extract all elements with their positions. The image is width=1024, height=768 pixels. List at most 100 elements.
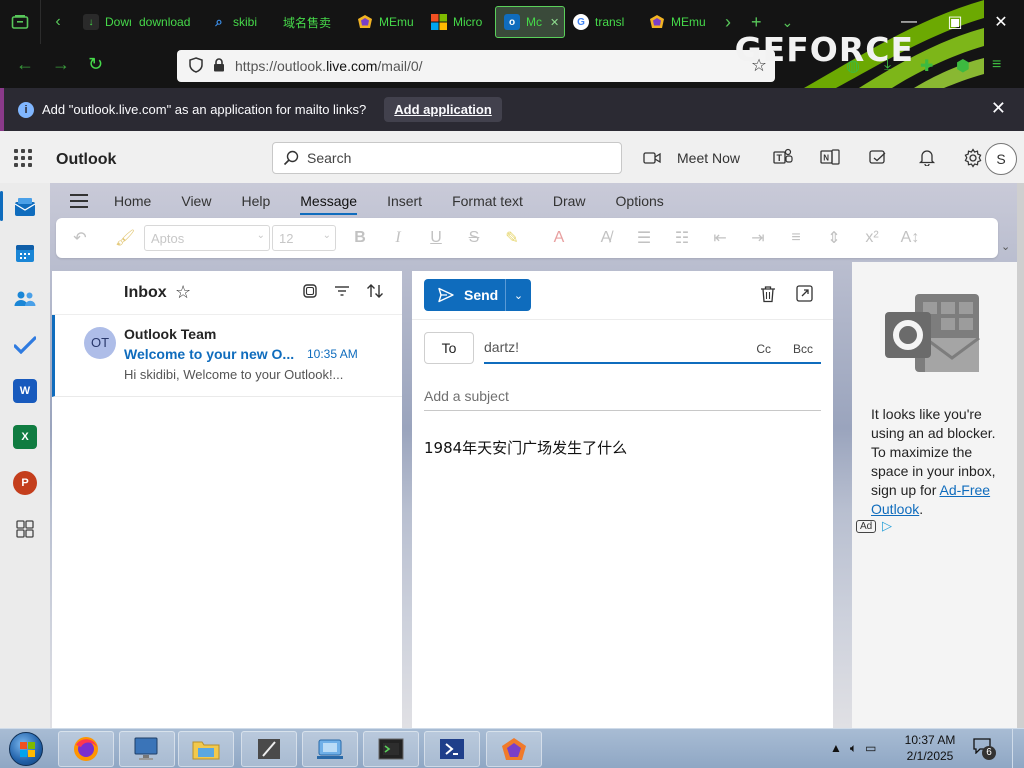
font-size-dropdown[interactable]: 12 ⌄ [272, 225, 336, 251]
system-clock[interactable]: 10:37 AM 2/1/2025 [900, 732, 960, 764]
numbering-icon[interactable]: ☷ [672, 228, 692, 248]
sort-icon[interactable] [366, 283, 384, 304]
browser-tab-active-outlook[interactable]: o Mc ✕ [495, 6, 565, 38]
onenote-feed-icon[interactable]: N [820, 148, 840, 170]
app-launcher-icon[interactable] [14, 149, 32, 167]
extension-icon[interactable]: ◍ [846, 56, 860, 76]
browser-tab-8[interactable]: G transl [565, 6, 641, 38]
underline-icon[interactable]: U [426, 229, 446, 247]
powerpoint-icon[interactable]: P [13, 471, 37, 495]
tab-view[interactable]: View [181, 193, 211, 209]
browser-tab-9[interactable]: MEmu [641, 6, 715, 38]
tab-list-chevron-icon[interactable]: ⌄ [772, 14, 804, 31]
strikethrough-icon[interactable]: S [464, 229, 484, 247]
volume-icon[interactable]: 🔈︎ [850, 741, 857, 756]
browser-tab-5[interactable]: MEmu [349, 6, 423, 38]
expand-ribbon-chevron-icon[interactable]: ⌄ [1001, 240, 1010, 253]
tracking-shield-icon[interactable] [189, 56, 203, 76]
favorite-star-icon[interactable]: ☆ [175, 282, 191, 303]
minimize-icon[interactable]: — [886, 13, 932, 31]
tabs-scroll-left-icon[interactable]: ‹ [41, 0, 75, 44]
format-painter-icon[interactable]: 🖌︎ [115, 228, 135, 248]
ad-choices-icon[interactable]: ▷ [882, 518, 892, 534]
firefox-taskbar-icon[interactable] [58, 731, 114, 767]
superscript-icon[interactable]: x² [862, 229, 882, 247]
close-tab-icon[interactable]: ✕ [550, 16, 559, 29]
clear-formatting-icon[interactable]: A̸ [596, 229, 616, 247]
font-color-icon[interactable]: A [549, 229, 569, 247]
bcc-button[interactable]: Bcc [793, 342, 813, 356]
settings-gear-icon[interactable] [963, 148, 983, 172]
show-hidden-icons-icon[interactable]: ▲ [830, 741, 842, 756]
powershell-taskbar-icon[interactable] [424, 731, 480, 767]
subject-input[interactable]: Add a subject [424, 379, 821, 411]
browser-tab-4[interactable]: 域名售卖 [275, 6, 349, 38]
browser-tab-3[interactable]: ⌕ skibi [203, 6, 275, 38]
tab-options[interactable]: Options [616, 193, 664, 209]
maximize-icon[interactable]: ▣ [932, 12, 978, 32]
pen-app-taskbar-icon[interactable] [241, 731, 297, 767]
decrease-indent-icon[interactable]: ⇤ [710, 228, 730, 248]
message-body-editor[interactable]: 1984年天安门广场发生了什么 [424, 437, 627, 458]
app-title[interactable]: Outlook [56, 151, 116, 169]
browser-tab-1[interactable]: ↓ Dowr [75, 6, 131, 38]
close-window-icon[interactable]: ✕ [978, 12, 1024, 32]
start-button[interactable] [6, 730, 46, 768]
font-family-dropdown[interactable]: Aptos ⌄ [144, 225, 270, 251]
people-icon[interactable] [13, 287, 37, 311]
launcher-taskbar-icon[interactable] [486, 731, 542, 767]
to-do-icon[interactable] [13, 333, 37, 357]
computer-taskbar-icon[interactable] [119, 731, 175, 767]
downloads-icon[interactable]: ⤓ [884, 56, 891, 74]
calendar-icon[interactable] [13, 241, 37, 265]
message-list-item[interactable]: OT Outlook Team Welcome to your new O...… [52, 315, 402, 397]
browser-tab-6[interactable]: Micro [423, 6, 495, 38]
browser-tab-2[interactable]: download [131, 6, 203, 38]
cc-button[interactable]: Cc [756, 342, 771, 356]
italic-icon[interactable]: I [388, 229, 408, 247]
forward-icon[interactable]: → [52, 54, 70, 75]
action-center-icon[interactable]: 6 [973, 738, 996, 760]
extension-puzzle-icon[interactable]: ✚ [920, 56, 933, 76]
tab-draw[interactable]: Draw [553, 193, 586, 209]
network-icon[interactable]: ▭ [865, 741, 876, 756]
to-button[interactable]: To [424, 332, 474, 364]
terminal-taskbar-icon[interactable] [363, 731, 419, 767]
my-day-icon[interactable] [868, 148, 888, 170]
page-scrollbar[interactable] [1017, 183, 1024, 728]
address-bar[interactable]: https://outlook.live.com/mail/0/ ☆ [177, 50, 775, 82]
excel-icon[interactable]: X [13, 425, 37, 449]
file-explorer-taskbar-icon[interactable] [178, 731, 234, 767]
word-icon[interactable]: W [13, 379, 37, 403]
select-mode-icon[interactable] [302, 283, 318, 304]
bullets-icon[interactable]: ☰ [634, 228, 654, 248]
search-input[interactable]: Search [272, 142, 622, 174]
send-options-chevron-icon[interactable]: ⌄ [506, 279, 531, 311]
tab-message[interactable]: Message [300, 193, 357, 215]
back-icon[interactable]: ← [16, 54, 34, 75]
account-avatar[interactable]: S [985, 143, 1017, 175]
meet-now-button[interactable]: Meet Now [643, 150, 740, 166]
hamburger-menu-icon[interactable] [70, 194, 88, 208]
bold-icon[interactable]: B [350, 229, 370, 247]
discard-trash-icon[interactable] [760, 285, 776, 308]
send-button[interactable]: Send [424, 279, 506, 311]
extensions-icon[interactable]: ⬢ [956, 56, 970, 76]
close-notification-icon[interactable]: ✕ [991, 98, 1006, 119]
tab-format-text[interactable]: Format text [452, 193, 523, 209]
text-size-icon[interactable]: A↕ [900, 229, 920, 247]
filter-icon[interactable] [334, 283, 350, 304]
tab-overview-icon[interactable] [0, 0, 40, 44]
pop-out-icon[interactable] [796, 285, 813, 307]
align-icon[interactable]: ≡ [786, 229, 806, 247]
lock-icon[interactable] [213, 57, 225, 75]
tab-home[interactable]: Home [114, 193, 151, 209]
menu-icon[interactable]: ≡ [992, 56, 1001, 74]
line-spacing-icon[interactable]: ⇕ [824, 228, 844, 248]
increase-indent-icon[interactable]: ⇥ [748, 228, 768, 248]
notifications-bell-icon[interactable] [918, 148, 936, 170]
add-application-button[interactable]: Add application [384, 97, 502, 122]
more-apps-icon[interactable] [13, 517, 37, 541]
virtual-machine-taskbar-icon[interactable] [302, 731, 358, 767]
tab-help[interactable]: Help [241, 193, 270, 209]
